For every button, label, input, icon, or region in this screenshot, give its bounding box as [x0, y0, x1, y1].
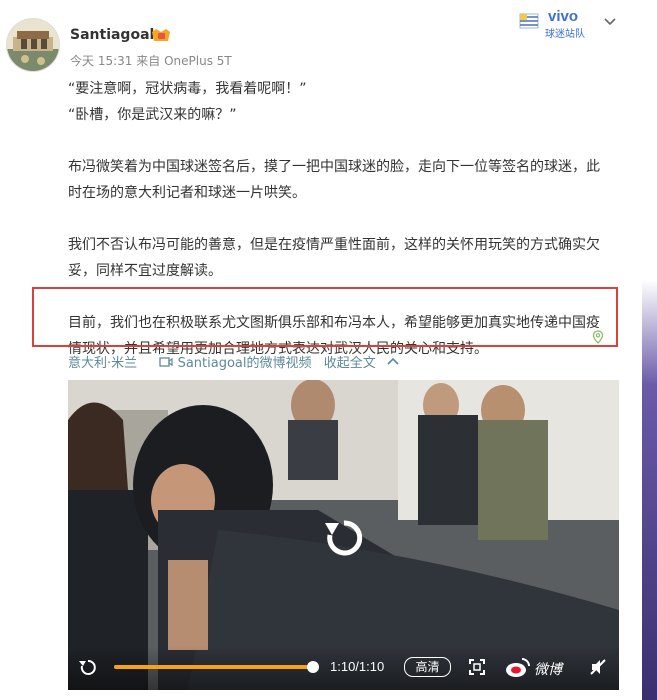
- avatar[interactable]: [6, 18, 60, 72]
- post-from-label: 来自: [136, 54, 161, 68]
- location-pin-icon[interactable]: [592, 330, 604, 344]
- quality-button[interactable]: 高清: [404, 657, 451, 677]
- progress-fill: [114, 665, 308, 669]
- video-source-link[interactable]: Santiagoal的微博视频: [178, 356, 312, 371]
- background-edge: [642, 0, 657, 700]
- post-tags: 意大利·米兰 Santiagoal的微博视频 收起全文: [68, 352, 400, 371]
- post-paragraph: “要注意啊，冠状病毒，我看着呢啊！”: [68, 81, 307, 97]
- username[interactable]: Santiagoal: [70, 27, 154, 43]
- replay-small-icon[interactable]: [78, 657, 98, 677]
- progress-knob: [307, 661, 319, 673]
- weibo-watermark: 微博: [534, 662, 562, 678]
- fullscreen-icon[interactable]: [468, 658, 486, 676]
- vip-badge-icon: [152, 29, 170, 41]
- post-paragraph: “卧槽，你是武汉来的嘛？”: [68, 107, 237, 123]
- post-paragraph: 布冯微笑着为中国球迷签名后，摸了一把中国球迷的脸，走向下一位等签名的球迷，此时在…: [68, 159, 600, 201]
- replay-icon[interactable]: [319, 513, 369, 563]
- chevron-down-icon[interactable]: [603, 15, 617, 29]
- post-device[interactable]: OnePlus 5T: [164, 54, 232, 68]
- post-meta: 今天 15:31 来自 OnePlus 5T: [70, 52, 232, 69]
- fanclub-badge[interactable]: vivo 球迷站队: [518, 8, 598, 42]
- video-player[interactable]: 1:10/1:10 高清 微博: [68, 380, 619, 690]
- location-tag[interactable]: 意大利·米兰: [68, 356, 137, 371]
- highlight-box: [32, 287, 618, 347]
- progress-bar[interactable]: [114, 660, 319, 674]
- mute-icon[interactable]: [589, 658, 607, 676]
- fanclub-label: 球迷站队: [545, 29, 585, 40]
- collapse-link[interactable]: 收起全文: [324, 356, 376, 371]
- weibo-logo-icon: [506, 658, 530, 677]
- video-time: 1:10/1:10: [330, 659, 385, 674]
- fanclub-brand: vivo: [548, 8, 579, 25]
- post-time: 今天 15:31: [70, 54, 133, 68]
- chevron-up-icon[interactable]: [386, 356, 400, 368]
- post-paragraph: 我们不否认布冯可能的善意，但是在疫情严重性面前，这样的关怀用玩笑的方式确实欠妥，…: [68, 237, 600, 279]
- video-icon: [159, 356, 174, 367]
